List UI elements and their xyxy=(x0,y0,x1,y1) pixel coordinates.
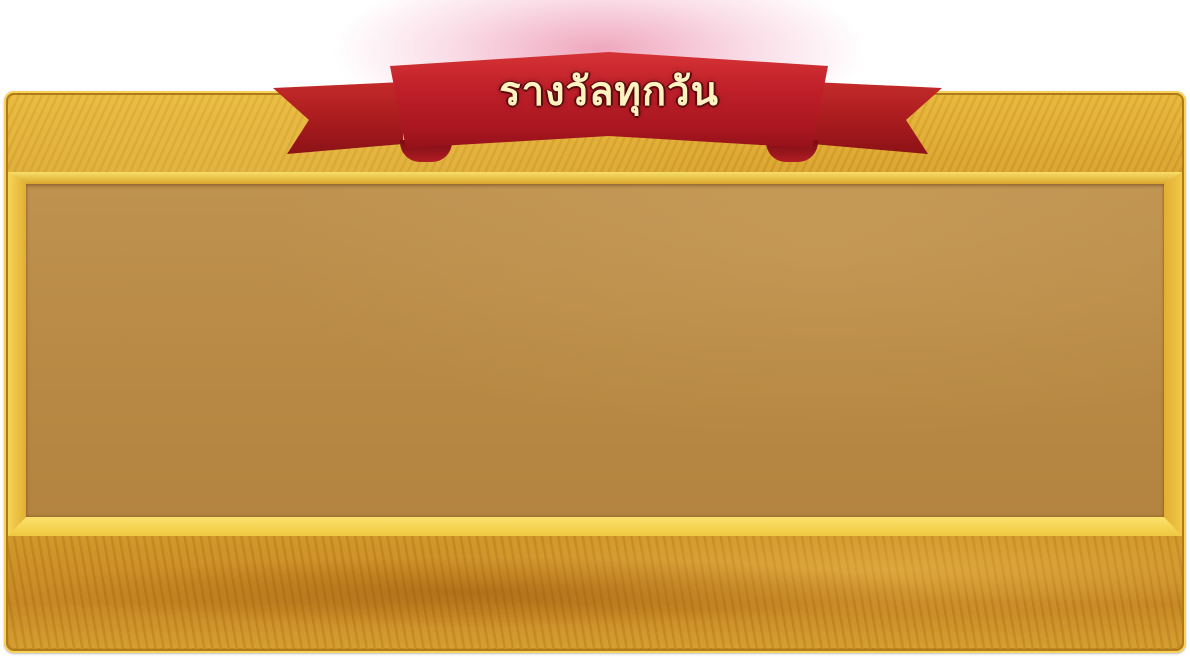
panel-bevel-top xyxy=(8,172,1182,184)
window-title: รางวัลทุกวัน xyxy=(499,69,719,115)
daily-reward-window: รางวัลทุกวัน xyxy=(0,0,1190,657)
frame-bottom-bar xyxy=(8,536,1182,648)
panel-bevel-left xyxy=(8,172,26,536)
panel-bevel-bottom xyxy=(8,517,1182,536)
panel-bevel-right xyxy=(1164,172,1182,536)
rewards-content-panel xyxy=(26,184,1164,517)
